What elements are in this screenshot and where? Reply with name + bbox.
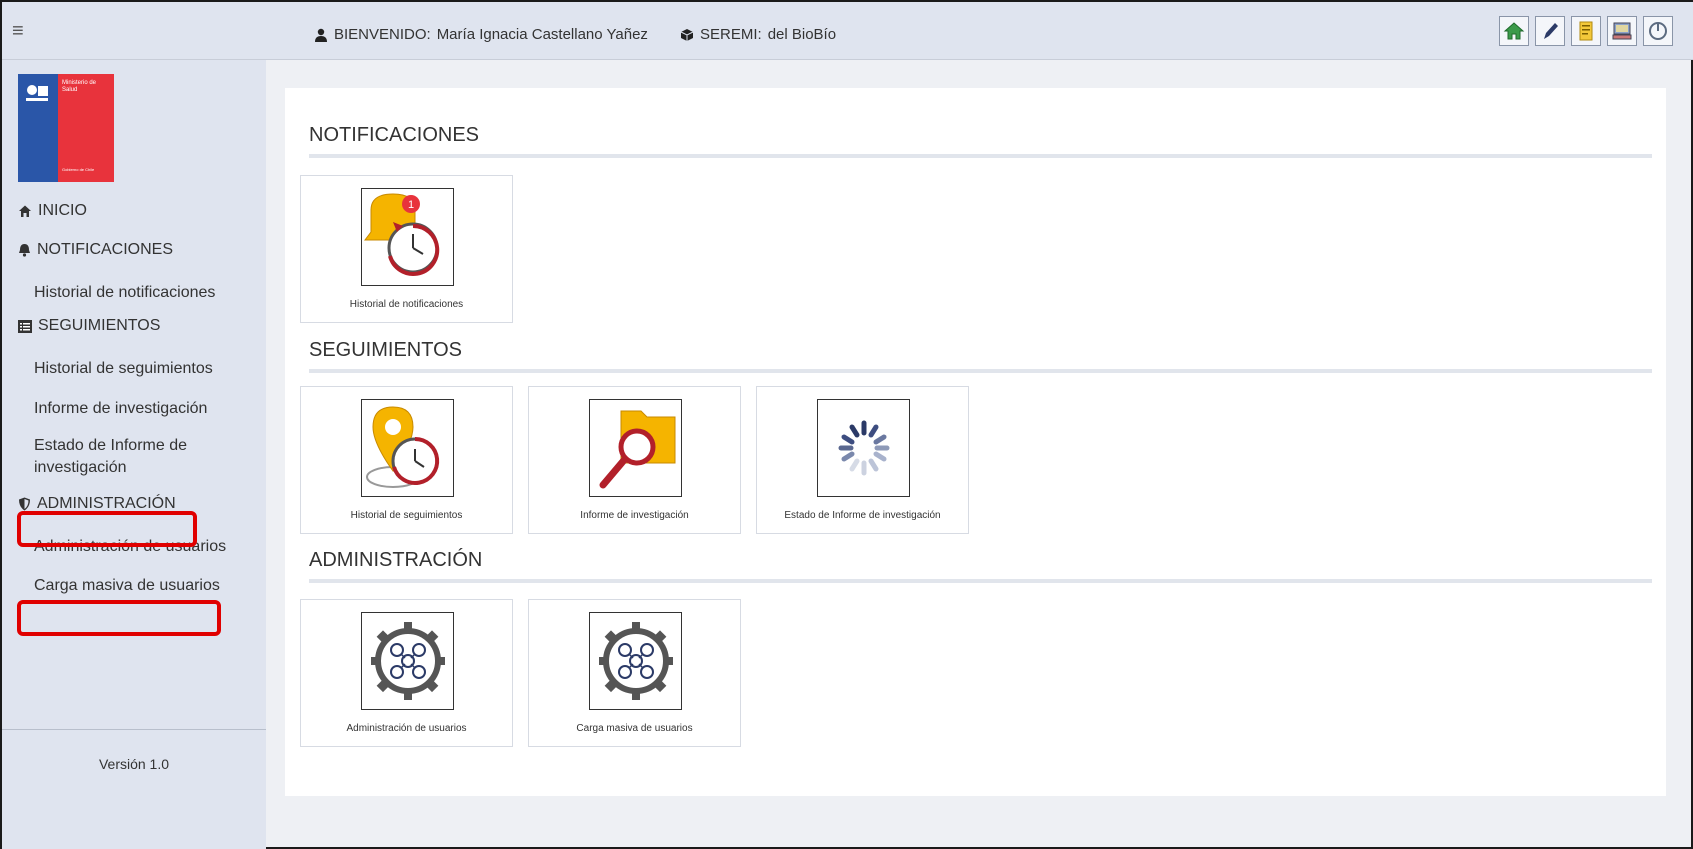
computer-button[interactable]	[1607, 16, 1637, 46]
notification-badge: 1	[407, 199, 413, 211]
tile-label: Historial de seguimientos	[350, 510, 463, 521]
computer-icon	[1612, 22, 1632, 40]
seremi-info: SEREMI: del BioBío	[680, 26, 836, 43]
welcome-message: BIENVENIDO: María Ignacia Castellano Yañ…	[314, 26, 648, 43]
section-divider	[309, 579, 1652, 583]
pencil-icon	[1544, 23, 1558, 39]
home-icon	[19, 205, 31, 217]
folder-search-icon	[599, 410, 675, 489]
sidebar-item-label: SEGUIMIENTOS	[38, 317, 161, 334]
seremi-name: del BioBío	[767, 26, 837, 43]
edit-button[interactable]	[1535, 16, 1565, 46]
government-crest-icon	[26, 85, 48, 101]
ministry-name: Ministerio de Salud	[62, 80, 97, 93]
ministry-logo: Ministerio de Salud Gobierno de Chile	[18, 74, 114, 182]
location-history-icon	[365, 406, 439, 488]
bell-icon	[19, 244, 30, 257]
section-divider	[309, 369, 1652, 373]
tile-label: Historial de notificaciones	[349, 299, 464, 310]
welcome-label: BIENVENIDO:	[334, 26, 431, 43]
home-icon	[1503, 22, 1525, 40]
home-button[interactable]	[1499, 16, 1529, 46]
section-divider	[309, 154, 1652, 158]
cube-icon	[680, 28, 694, 41]
sidebar-item-label: ADMINISTRACIÓN	[37, 495, 176, 512]
users-gear-icon	[370, 622, 445, 700]
users-gear-icon	[598, 622, 673, 700]
user-name: María Ignacia Castellano Yañez	[436, 26, 648, 43]
sidebar-item-estado-informe[interactable]: Estado de Informe de investigación	[2, 435, 202, 479]
tile-label: Carga masiva de usuarios	[576, 723, 693, 734]
power-icon	[1649, 22, 1667, 40]
sidebar-item-historial-notificaciones[interactable]: Historial de notificaciones	[2, 282, 215, 304]
tile-label: Informe de investigación	[580, 510, 689, 521]
section-title-administracion: ADMINISTRACIÓN	[309, 549, 483, 571]
sidebar-divider	[2, 729, 266, 730]
government-name: Gobierno de Chile	[62, 167, 95, 172]
seremi-label: SEREMI:	[700, 26, 762, 43]
section-title-seguimientos: SEGUIMIENTOS	[309, 339, 462, 361]
sidebar-item-seguimientos[interactable]: SEGUIMIENTOS	[2, 317, 160, 335]
sidebar: Ministerio de Salud Gobierno de Chile IN…	[2, 60, 266, 849]
sidebar-item-notificaciones[interactable]: NOTIFICACIONES	[2, 241, 173, 259]
notification-history-icon: 1	[363, 193, 439, 276]
tile-carga-masiva[interactable]: Carga masiva de usuarios	[528, 599, 741, 747]
main-content: NOTIFICACIONES 1 Historial de notificaci…	[285, 88, 1666, 796]
document-icon	[1579, 21, 1593, 41]
logout-button[interactable]	[1643, 16, 1673, 46]
section-title-notificaciones: NOTIFICACIONES	[309, 124, 480, 146]
sidebar-item-label: INICIO	[38, 202, 87, 219]
sidebar-item-administracion[interactable]: ADMINISTRACIÓN	[2, 495, 176, 513]
app-frame: ≡ BIENVENIDO: María Ignacia Castellano Y…	[0, 0, 1693, 849]
tile-admin-usuarios[interactable]: Administración de usuarios	[300, 599, 513, 747]
loading-spinner-icon	[838, 420, 889, 476]
sidebar-item-inicio[interactable]: INICIO	[2, 202, 87, 220]
tile-informe-investigacion[interactable]: Informe de investigación	[528, 386, 741, 534]
sidebar-item-admin-usuarios[interactable]: Administración de usuarios	[2, 536, 226, 558]
tile-historial-notificaciones[interactable]: 1 Historial de notificaciones	[300, 175, 513, 323]
user-icon	[315, 28, 327, 42]
sidebar-item-carga-masiva[interactable]: Carga masiva de usuarios	[2, 575, 220, 597]
sidebar-item-informe-investigacion[interactable]: Informe de investigación	[2, 398, 207, 420]
sidebar-item-label: NOTIFICACIONES	[37, 241, 174, 258]
app-version: Versión 1.0	[98, 756, 170, 772]
hamburger-menu-icon[interactable]: ≡	[12, 20, 24, 43]
tile-estado-informe[interactable]: Estado de Informe de investigación	[756, 386, 969, 534]
shield-icon	[19, 497, 30, 511]
tile-label: Estado de Informe de investigación	[784, 510, 941, 521]
tile-label: Administración de usuarios	[346, 723, 467, 734]
top-toolbar	[1499, 16, 1673, 46]
tile-historial-seguimientos[interactable]: Historial de seguimientos	[300, 386, 513, 534]
sidebar-item-historial-seguimientos[interactable]: Historial de seguimientos	[2, 358, 213, 380]
top-bar: ≡ BIENVENIDO: María Ignacia Castellano Y…	[2, 2, 1693, 60]
document-button[interactable]	[1571, 16, 1601, 46]
list-icon	[18, 319, 32, 333]
